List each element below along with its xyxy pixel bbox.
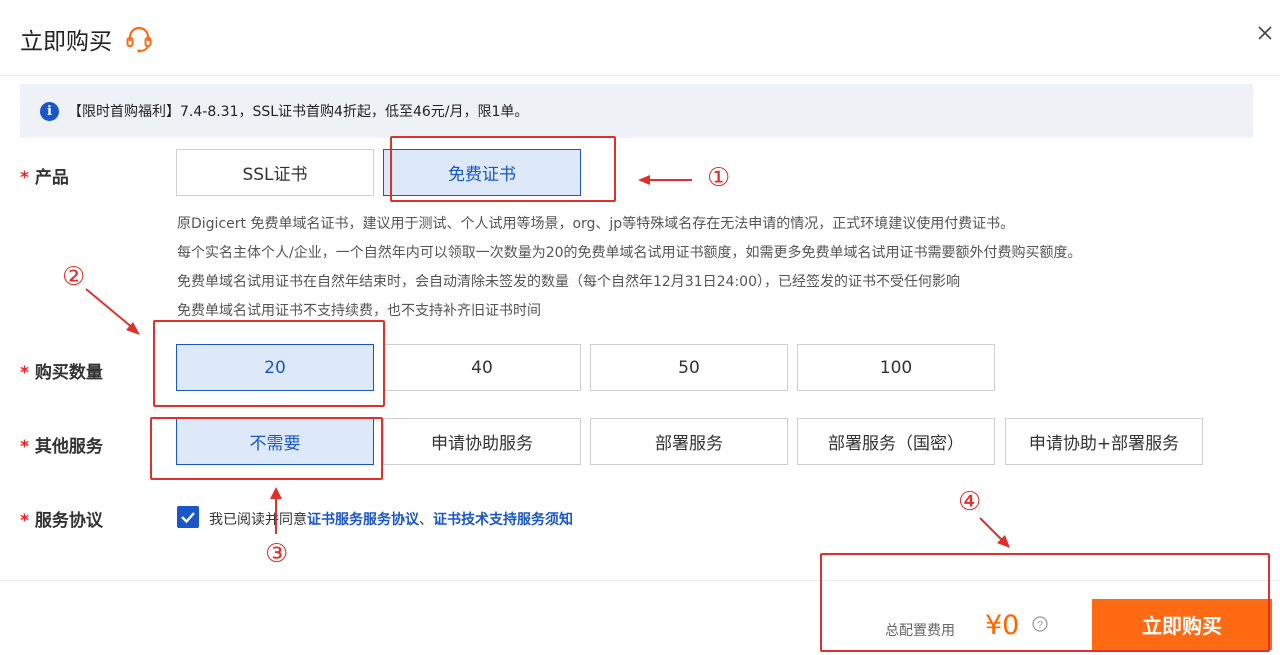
other-services-label: * 其他服务 <box>20 437 103 457</box>
service-option-apply-assist[interactable]: 申请协助服务 <box>383 418 581 465</box>
quantity-label: * 购买数量 <box>20 363 103 383</box>
agreement-prefix: 我已阅读并同意 <box>209 512 307 528</box>
service-option-assist-deploy[interactable]: 申请协助+部署服务 <box>1005 418 1203 465</box>
agreement-label: * 服务协议 <box>20 511 103 531</box>
checkmark-icon <box>181 512 195 524</box>
agreement-separator: 、 <box>419 512 433 528</box>
promo-notice-text: 【限时首购福利】7.4-8.31，SSL证书首购4折起，低至46元/月，限1单。 <box>68 104 529 120</box>
annotation-box-2 <box>153 320 385 407</box>
annotation-label-4: ④ <box>958 487 982 517</box>
tech-support-notice-link[interactable]: 证书技术支持服务须知 <box>433 512 573 528</box>
promo-notice: i 【限时首购福利】7.4-8.31，SSL证书首购4折起，低至46元/月，限1… <box>20 84 1253 138</box>
product-description-4: 免费单域名试用证书不支持续费，也不支持补齐旧证书时间 <box>177 303 541 319</box>
product-description-3: 免费单域名试用证书在自然年结束时，会自动清除未签发的数量（每个自然年12月31日… <box>177 274 960 290</box>
annotation-label-1: ① <box>707 163 731 193</box>
service-option-deploy-sm[interactable]: 部署服务（国密） <box>797 418 995 465</box>
quantity-option-50[interactable]: 50 <box>590 344 788 391</box>
agreement-checkbox[interactable] <box>177 506 199 528</box>
agreement-text: 我已阅读并同意证书服务服务协议、证书技术支持服务须知 <box>209 509 573 529</box>
annotation-label-3: ③ <box>265 539 289 569</box>
quantity-option-100[interactable]: 100 <box>797 344 995 391</box>
annotation-arrow-1 <box>638 175 692 185</box>
product-description-2: 每个实名主体个人/企业，一个自然年内可以领取一次数量为20的免费单域名试用证书额… <box>177 245 1082 261</box>
annotation-box-4 <box>820 553 1270 652</box>
annotation-arrow-3 <box>270 487 282 534</box>
dialog-title: 立即购买 <box>20 29 112 55</box>
annotation-box-3 <box>150 417 383 480</box>
quantity-option-40[interactable]: 40 <box>383 344 581 391</box>
annotation-box-1 <box>390 136 616 202</box>
info-icon: i <box>40 102 59 121</box>
header-divider <box>0 75 1280 76</box>
product-description-1: 原Digicert 免费单域名证书，建议用于测试、个人试用等场景，org、jp等… <box>177 216 1015 232</box>
service-option-deploy[interactable]: 部署服务 <box>590 418 788 465</box>
product-option-ssl[interactable]: SSL证书 <box>176 149 374 196</box>
close-icon[interactable] <box>1254 22 1276 44</box>
annotation-arrow-4 <box>979 517 1010 548</box>
customer-service-icon[interactable] <box>124 24 154 54</box>
product-label: * 产品 <box>20 168 69 188</box>
service-agreement-link[interactable]: 证书服务服务协议 <box>307 512 419 528</box>
annotation-arrow-2 <box>85 288 140 335</box>
annotation-label-2: ② <box>62 262 86 292</box>
